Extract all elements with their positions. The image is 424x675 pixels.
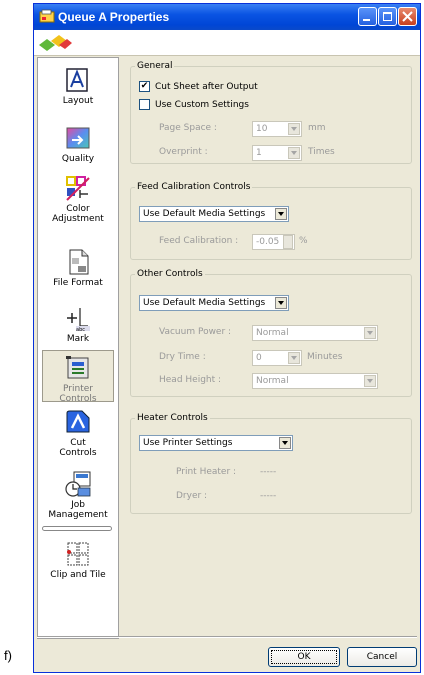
- maximize-icon: [383, 12, 392, 21]
- sidebar-item-printer-controls[interactable]: Printer Controls: [42, 350, 114, 404]
- svg-text:abc: abc: [76, 327, 85, 332]
- feed-calibration-mode-select[interactable]: Use Default Media Settings: [139, 206, 289, 222]
- mark-icon: abc: [67, 308, 90, 332]
- close-button[interactable]: [398, 7, 417, 26]
- minimize-icon: [363, 19, 370, 21]
- maximize-button[interactable]: [378, 7, 397, 26]
- sidebar-item-file-format[interactable]: File Format: [38, 248, 118, 288]
- chevron-down-icon: [288, 147, 300, 159]
- custom-settings-label: Use Custom Settings: [155, 100, 249, 110]
- header-banner: [34, 30, 420, 56]
- overprint-select[interactable]: 1: [252, 145, 302, 161]
- overprint-label: Overprint :: [159, 147, 208, 157]
- head-height-select[interactable]: Normal: [252, 373, 378, 389]
- other-controls-mode-select[interactable]: Use Default Media Settings: [139, 295, 289, 311]
- settings-panel: General ✔ Cut Sheet after Output Use Cus…: [122, 57, 419, 637]
- sidebar-item-quality[interactable]: Quality: [38, 124, 118, 164]
- quality-icon: [66, 127, 90, 149]
- ok-button[interactable]: OK: [268, 647, 340, 667]
- sidebar-separator: [42, 526, 112, 531]
- head-height-label: Head Height :: [159, 375, 222, 385]
- figure-letter: f): [4, 648, 12, 663]
- app-icon: [39, 9, 55, 23]
- sidebar-item-clip-and-tile[interactable]: Clip and Tile: [38, 540, 118, 580]
- chevron-down-icon: [275, 208, 287, 220]
- chevron-down-icon: [279, 437, 291, 449]
- chevron-down-icon: [364, 375, 376, 387]
- cut-sheet-label: Cut Sheet after Output: [155, 82, 258, 92]
- layout-icon: [66, 68, 88, 92]
- title-bar[interactable]: Queue A Properties: [34, 4, 420, 30]
- chevron-down-icon: [275, 297, 287, 309]
- dry-time-unit: Minutes: [307, 352, 343, 362]
- sidebar-item-job-management[interactable]: Job Management: [38, 470, 118, 520]
- custom-settings-checkbox[interactable]: [139, 99, 150, 110]
- vacuum-power-select[interactable]: Normal: [252, 325, 378, 341]
- overprint-unit: Times: [308, 147, 335, 157]
- cancel-button[interactable]: Cancel: [347, 647, 417, 667]
- chevron-down-icon: [288, 352, 300, 364]
- dryer-label: Dryer :: [176, 491, 208, 501]
- print-heater-label: Print Heater :: [176, 467, 237, 477]
- job-management-icon: [65, 471, 91, 497]
- feed-calibration-unit: %: [299, 236, 308, 246]
- banner-logo-icon: [39, 35, 72, 51]
- printer-controls-icon: [66, 356, 89, 379]
- category-sidebar: Layout Quality Color Adjustment File For…: [37, 57, 119, 639]
- dry-time-label: Dry Time :: [159, 352, 206, 362]
- page-space-label: Page Space :: [159, 123, 217, 133]
- chevron-down-icon: [364, 327, 376, 339]
- heater-controls-mode-select[interactable]: Use Printer Settings: [139, 435, 293, 451]
- sidebar-item-mark[interactable]: abc Mark: [38, 304, 118, 344]
- sidebar-item-layout[interactable]: Layout: [38, 66, 118, 106]
- spinner-icon[interactable]: [283, 235, 293, 249]
- sidebar-item-cut-controls[interactable]: Cut Controls: [38, 408, 118, 458]
- dryer-value: -----: [260, 491, 277, 501]
- close-icon: [402, 11, 413, 22]
- vacuum-power-label: Vacuum Power :: [159, 327, 232, 337]
- dry-time-select[interactable]: 0: [252, 350, 302, 366]
- sidebar-item-color-adjustment[interactable]: Color Adjustment: [38, 174, 118, 224]
- file-format-icon: [69, 249, 89, 275]
- page-space-unit: mm: [308, 123, 326, 133]
- window-title: Queue A Properties: [58, 10, 170, 24]
- chevron-down-icon: [288, 123, 300, 135]
- cut-sheet-checkbox[interactable]: ✔: [139, 81, 150, 92]
- cut-controls-icon: [66, 410, 90, 433]
- print-heater-value: -----: [260, 467, 277, 477]
- minimize-button[interactable]: [358, 7, 377, 26]
- queue-properties-window: Queue A Properties Layout Quality Color …: [33, 3, 421, 673]
- color-adjustment-icon: [66, 176, 90, 201]
- bottom-divider: [37, 636, 417, 638]
- feed-calibration-label: Feed Calibration :: [159, 236, 239, 246]
- clip-and-tile-icon: [67, 542, 89, 566]
- page-space-select[interactable]: 10: [252, 121, 302, 137]
